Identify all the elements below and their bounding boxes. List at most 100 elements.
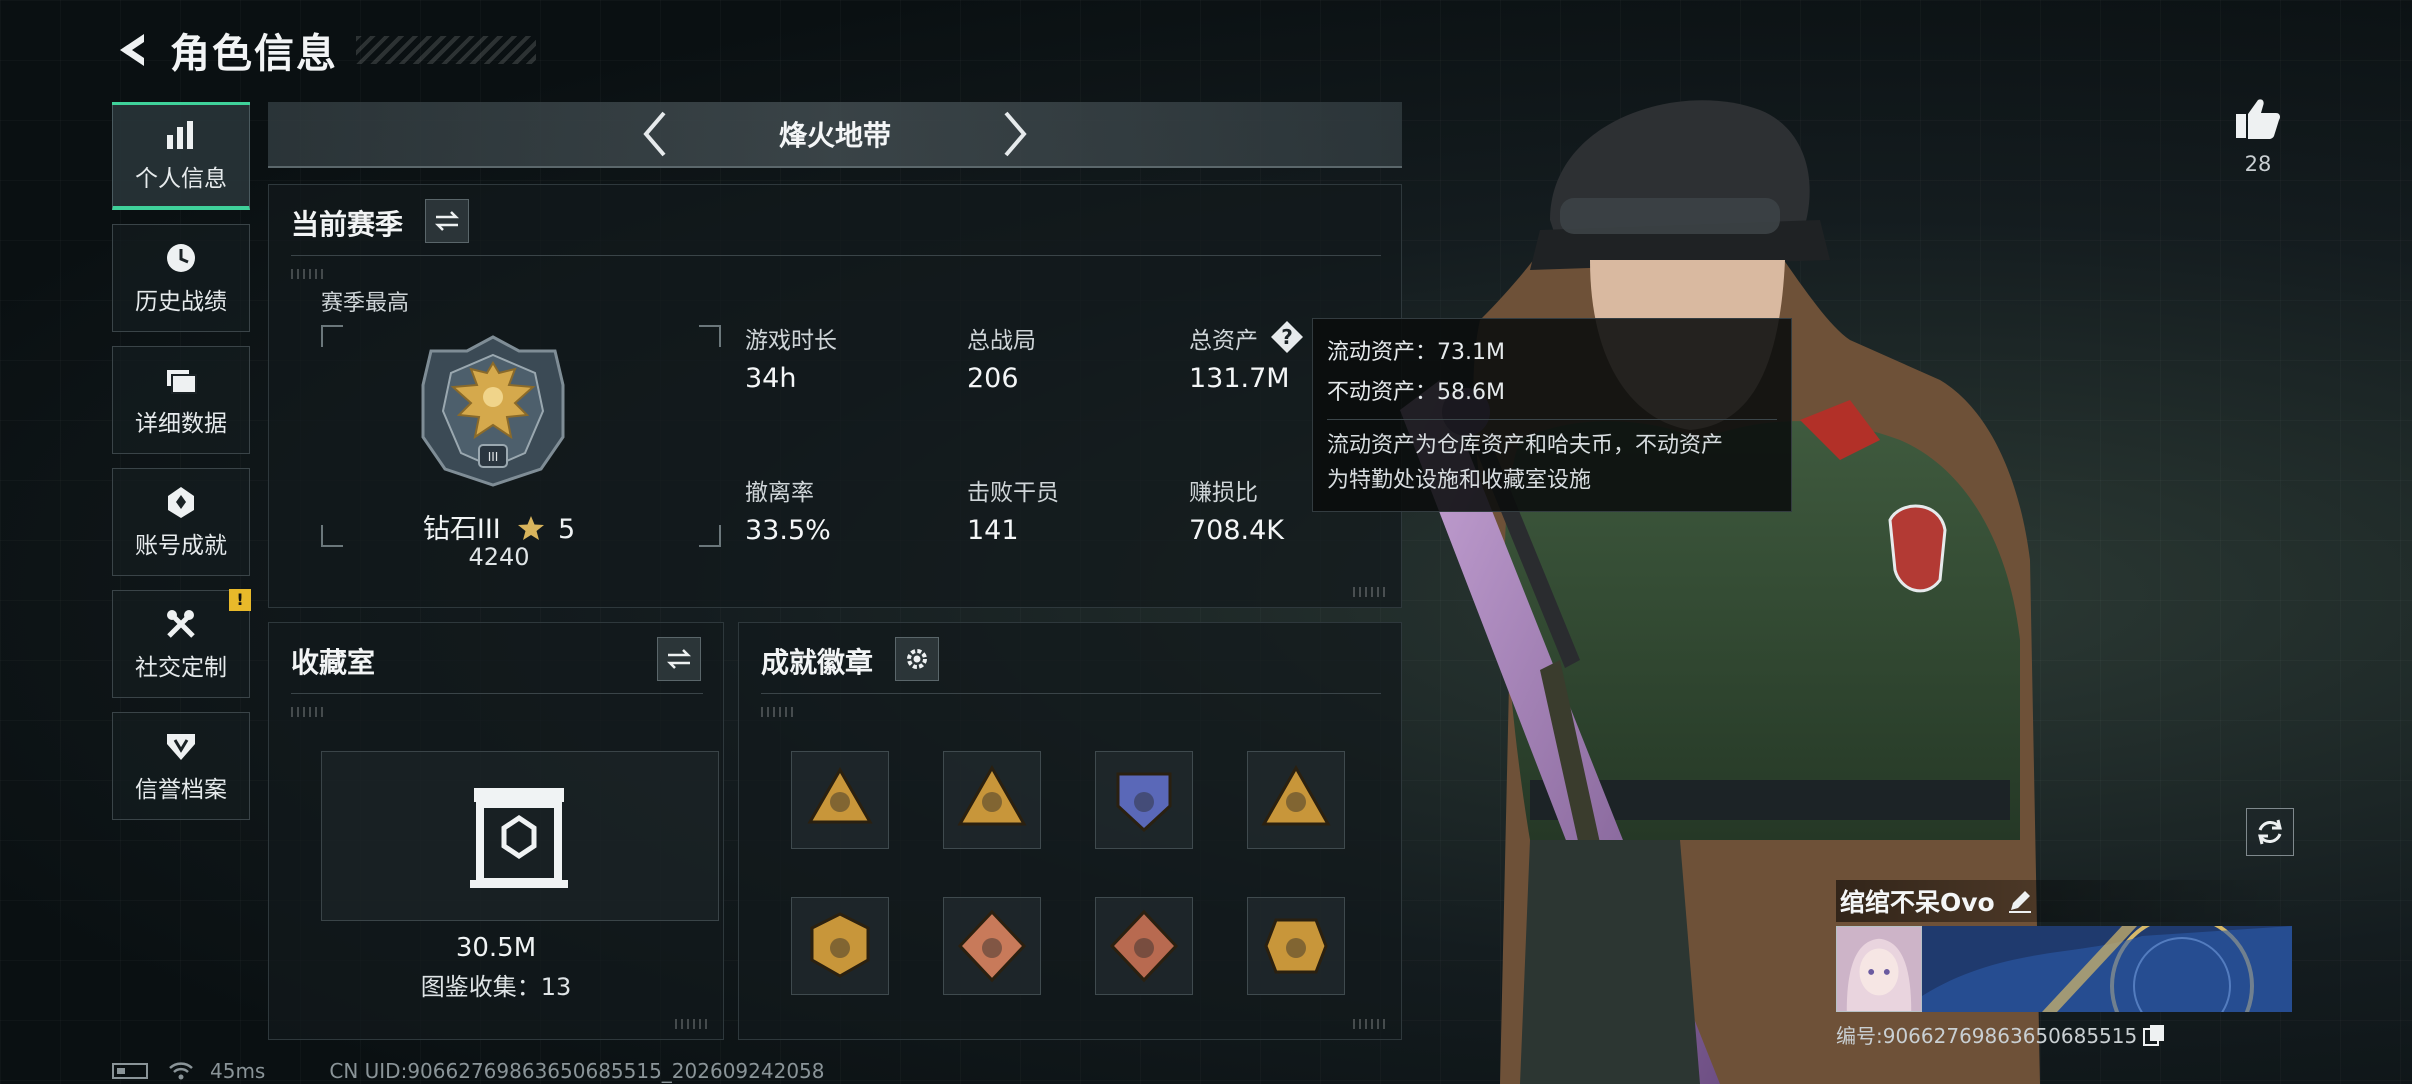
help-icon[interactable]: ? — [1269, 319, 1305, 355]
sidebar-item-label: 信誉档案 — [135, 777, 227, 803]
status-bar: 45ms CN UID:90662769863650685515_2026092… — [112, 1058, 825, 1084]
sidebar-item-personal-info[interactable]: 个人信息 — [112, 102, 250, 210]
sidebar-item-social-custom[interactable]: 社交定制 ! — [112, 589, 251, 698]
avatar[interactable] — [1836, 926, 1922, 1012]
achievement-icon — [168, 487, 194, 518]
decor-mark — [291, 707, 325, 717]
season-switch-button[interactable] — [425, 199, 469, 243]
assets-tooltip: 流动资产：73.1M 不动资产：58.6M 流动资产为仓库资产和哈夫币，不动资产… — [1312, 318, 1792, 512]
battery-icon — [112, 1063, 148, 1079]
stat-label-extract-rate: 撤离率 — [745, 480, 814, 506]
achievement-badge[interactable] — [1247, 751, 1345, 849]
tooltip-divider — [1327, 419, 1777, 420]
collection-count: 图鉴收集：13 — [420, 973, 572, 1001]
page-title: 角色信息 — [170, 31, 338, 77]
swap-icon — [434, 211, 460, 231]
collection-title: 收藏室 — [291, 646, 376, 679]
badges-settings-button[interactable] — [895, 637, 939, 681]
badge-emblem-icon — [957, 764, 1027, 826]
achievement-badge[interactable] — [791, 751, 889, 849]
chevron-left-icon — [643, 111, 666, 157]
sidebar-item-label: 个人信息 — [135, 165, 227, 192]
title-decoration — [356, 36, 536, 64]
sidebar-item-label: 详细数据 — [135, 411, 227, 437]
achievement-badge[interactable] — [1095, 897, 1193, 995]
like-button[interactable]: 28 — [2226, 96, 2290, 176]
folder-icon — [167, 370, 197, 394]
header: 角色信息 — [110, 20, 536, 80]
notification-badge: ! — [229, 589, 251, 611]
vault-icon — [470, 788, 568, 888]
frame-corner — [699, 325, 721, 347]
rank-score: 4240 — [468, 543, 530, 571]
sidebar-item-achievements[interactable]: 账号成就 — [112, 468, 250, 576]
stat-label-kills: 击败干员 — [967, 480, 1059, 506]
stat-value-matches: 206 — [967, 363, 1019, 394]
sidebar-item-label: 社交定制 — [135, 655, 227, 681]
sidebar-item-detailed-data[interactable]: 详细数据 — [112, 346, 250, 454]
sidebar-item-history[interactable]: 历史战绩 — [112, 224, 250, 332]
stat-label-matches: 总战局 — [967, 328, 1036, 354]
season-title: 当前赛季 — [291, 208, 404, 241]
tools-icon — [167, 610, 195, 638]
sidebar-item-label: 历史战绩 — [135, 289, 227, 315]
player-id: 编号:90662769863650685515 — [1836, 1024, 2138, 1048]
stat-value-kills: 141 — [967, 515, 1019, 546]
uid-text: CN UID:90662769863650685515_202609242058 — [329, 1059, 825, 1083]
badges-panel: 成就徽章 — [738, 622, 1402, 1040]
collection-panel: 收藏室 30.5M 图鉴收集：13 — [268, 622, 724, 1040]
stat-label-playtime: 游戏时长 — [745, 328, 837, 354]
achievement-badge[interactable] — [943, 751, 1041, 849]
rank-emblem-icon: III — [421, 335, 565, 487]
achievement-badge[interactable] — [1095, 751, 1193, 849]
badge-emblem-icon — [1261, 764, 1331, 826]
achievement-badge[interactable] — [791, 897, 889, 995]
badges-divider — [761, 693, 1381, 694]
tooltip-description-line1: 流动资产为仓库资产和哈夫币，不动资产 — [1327, 433, 1724, 458]
frame-corner — [321, 325, 343, 347]
back-button[interactable] — [110, 26, 158, 74]
refresh-icon — [2258, 819, 2282, 845]
season-panel: 当前赛季 赛季最高 III 钻石III 5 4240 游戏时长 34h 总战局 … — [268, 184, 1402, 608]
mode-name: 烽火地带 — [778, 119, 891, 152]
decor-mark — [291, 269, 325, 279]
sidebar-item-reputation[interactable]: 信誉档案 — [112, 712, 250, 820]
collection-switch-button[interactable] — [657, 637, 701, 681]
stat-value-assets: 131.7M — [1189, 363, 1290, 394]
season-best-label: 赛季最高 — [321, 291, 410, 316]
badge-emblem-icon — [810, 912, 870, 978]
badge-emblem-icon — [1109, 909, 1179, 983]
swap-icon — [666, 649, 692, 669]
gear-icon — [907, 649, 927, 669]
player-id-row: 编号:90662769863650685515 — [1836, 1020, 2296, 1049]
achievement-badge[interactable] — [1247, 897, 1345, 995]
achievement-badge[interactable] — [943, 897, 1041, 995]
svg-text:?: ? — [1281, 325, 1293, 349]
stat-value-profit-ratio: 708.4K — [1189, 515, 1285, 546]
player-name: 绾绾不呆Ovo — [1840, 888, 1995, 917]
badges-title: 成就徽章 — [761, 646, 874, 679]
stat-label-assets: 总资产 — [1189, 328, 1258, 354]
rank-name-row: 钻石III 5 — [269, 507, 729, 546]
stat-value-playtime: 34h — [745, 363, 797, 394]
decor-mark — [761, 707, 795, 717]
refresh-button[interactable] — [2246, 808, 2294, 856]
wifi-icon — [169, 1062, 193, 1080]
collection-divider — [291, 693, 703, 694]
badge-emblem-icon — [1264, 918, 1328, 974]
collection-preview[interactable] — [321, 751, 719, 921]
mode-next-button[interactable] — [985, 104, 1045, 164]
mode-selector: 烽火地带 — [268, 102, 1402, 168]
copy-icon[interactable] — [2143, 1024, 2165, 1046]
badge-emblem-icon — [1116, 772, 1172, 833]
mode-prev-button[interactable] — [625, 104, 685, 164]
star-icon — [518, 516, 545, 540]
player-banner[interactable] — [1922, 926, 2292, 1012]
ping-value: 45ms — [210, 1059, 266, 1083]
badge-emblem-icon — [807, 766, 873, 824]
sidebar-item-label: 账号成就 — [135, 533, 227, 559]
edit-icon[interactable] — [2007, 888, 2033, 914]
collection-value: 30.5M — [455, 933, 537, 963]
player-avatar-row — [1836, 926, 2296, 1014]
tooltip-description-line2: 为特勤处设施和收藏室设施 — [1327, 468, 1592, 493]
